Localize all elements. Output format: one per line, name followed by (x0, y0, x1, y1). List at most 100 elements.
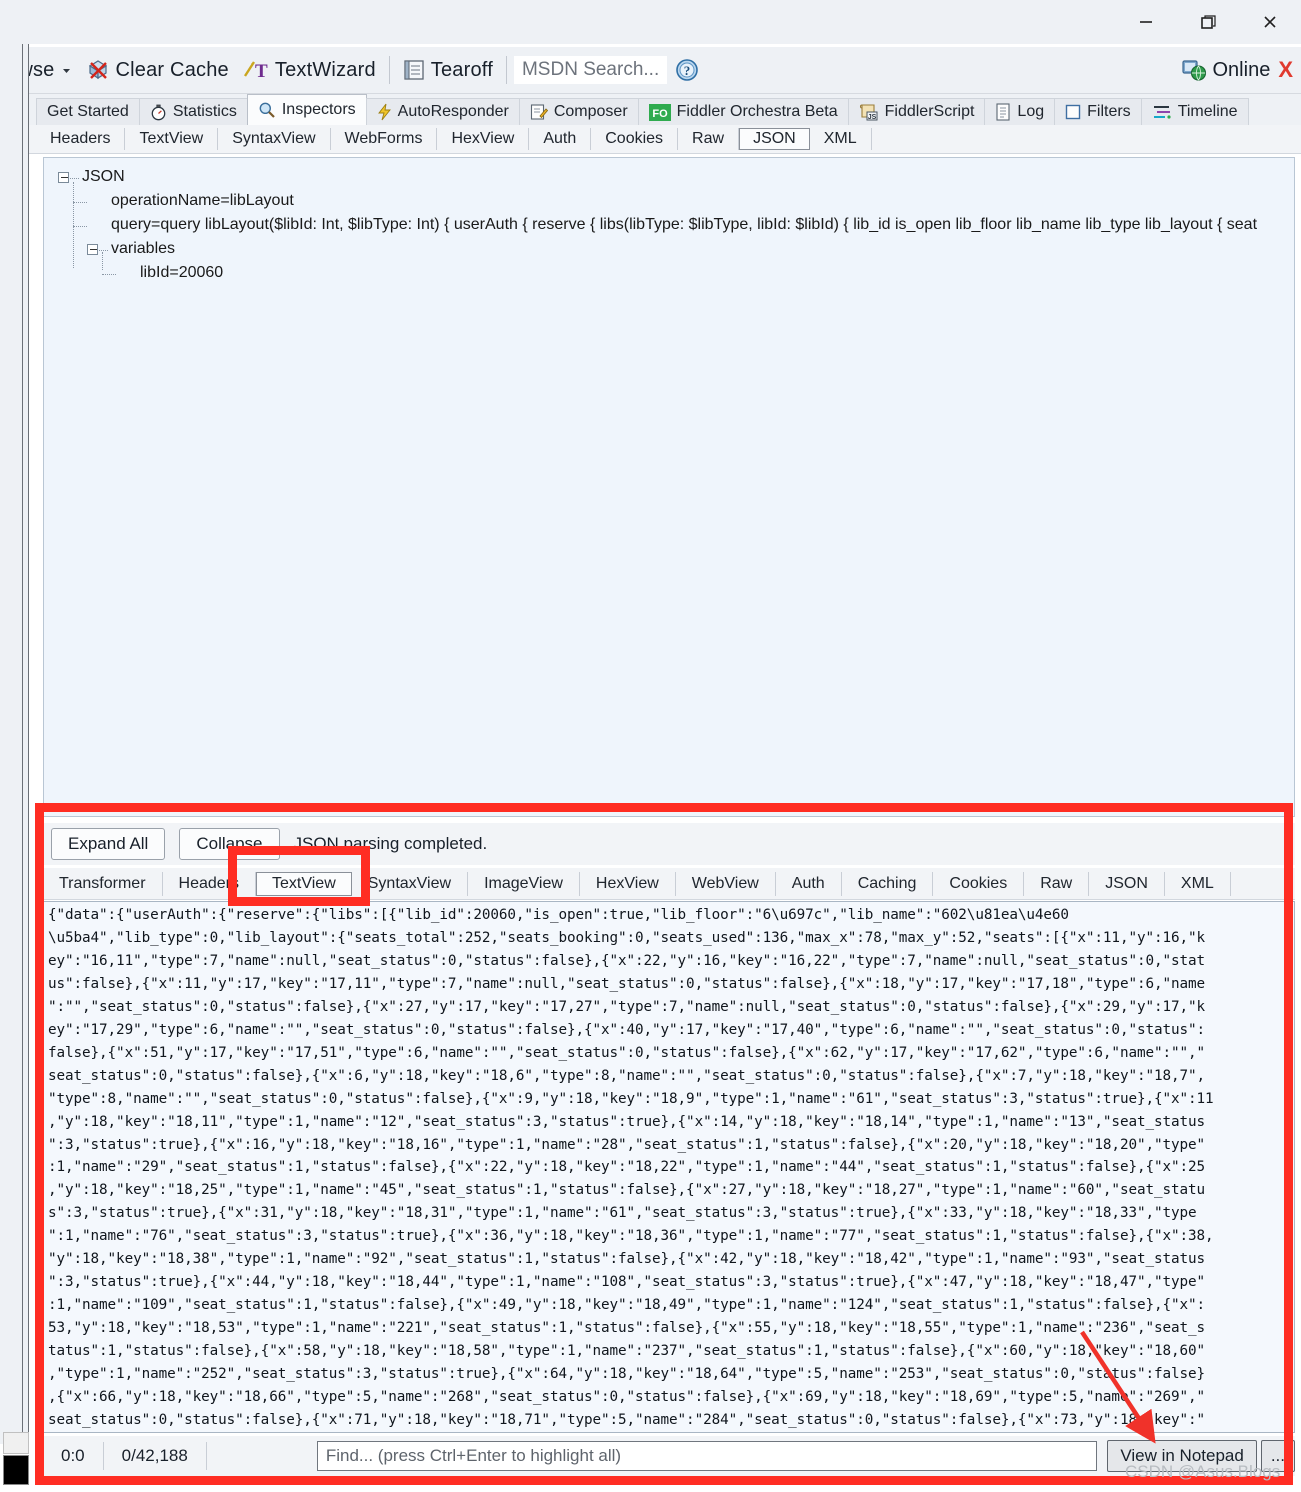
response-tab-caching[interactable]: Caching (842, 871, 934, 896)
left-gutter (0, 44, 22, 1444)
tab-label: Inspectors (281, 101, 356, 118)
tree-dash (70, 178, 79, 179)
tree-row-query[interactable]: query=query libLayout($libId: Int, $libT… (44, 214, 1294, 238)
tab-label: Log (1017, 103, 1045, 120)
collapse-toggle-icon[interactable] (87, 244, 98, 255)
minimize-icon[interactable] (1115, 0, 1177, 44)
textwizard-label: TextWizard (274, 58, 376, 81)
msdn-search-input[interactable]: MSDN Search... (512, 55, 669, 85)
tab-label: Timeline (1177, 103, 1238, 120)
tree-row-operation-name[interactable]: operationName=libLayout (44, 190, 1294, 214)
tab-label: FiddlerScript (884, 103, 975, 120)
response-tab-textview[interactable]: TextView (256, 871, 352, 896)
collapse-toggle-icon[interactable] (58, 172, 69, 183)
request-tab-hexview[interactable]: HexView (437, 128, 530, 150)
toolbar-divider-2 (505, 56, 507, 84)
request-tab-syntaxview[interactable]: SyntaxView (218, 128, 331, 150)
response-tab-headers[interactable]: Headers (163, 871, 257, 896)
cursor-position: 0:0 (43, 1442, 104, 1470)
tree-row-libid[interactable]: libId=20060 (44, 252, 1294, 286)
request-inspector-tabs: Headers TextView SyntaxView WebForms Hex… (0, 125, 1301, 154)
script-icon: JS (859, 103, 879, 121)
response-text-body[interactable]: {"data":{"userAuth":{"reserve":{"libs":[… (43, 901, 1295, 1433)
timeline-icon (1152, 104, 1172, 120)
clear-cache-button[interactable]: Clear Cache (79, 51, 236, 89)
tab-fiddler-orchestra-beta[interactable]: FO Fiddler Orchestra Beta (637, 98, 849, 125)
response-inspector-tabs: Transformer Headers TextView SyntaxView … (43, 868, 1295, 900)
request-tab-cookies[interactable]: Cookies (591, 128, 679, 150)
request-tab-auth[interactable]: Auth (529, 128, 592, 150)
json-tree-pane[interactable]: JSON operationName=libLayout query=query… (43, 157, 1295, 817)
tree-row-variables[interactable]: variables (44, 238, 1294, 262)
response-tab-hexview[interactable]: HexView (580, 871, 676, 896)
tree-node-label: query=query libLayout($libId: Int, $libT… (111, 216, 1258, 233)
expand-all-button[interactable]: Expand All (51, 828, 166, 860)
chevron-down-icon[interactable] (61, 65, 72, 76)
tab-composer[interactable]: Composer (518, 98, 639, 125)
online-globe-icon (1181, 58, 1207, 82)
tab-filters[interactable]: Filters (1054, 98, 1142, 125)
svg-text:JS: JS (867, 114, 876, 121)
tab-log[interactable]: Log (984, 98, 1056, 125)
clear-cache-icon (86, 58, 110, 82)
request-tab-headers[interactable]: Headers (36, 128, 126, 150)
response-tab-cookies[interactable]: Cookies (933, 871, 1025, 896)
response-tab-transformer[interactable]: Transformer (43, 871, 163, 896)
request-tab-webforms[interactable]: WebForms (331, 128, 438, 150)
collapse-button[interactable]: Collapse (179, 828, 280, 860)
text-editor-status-bar: 0:0 0/42,188 Find... (press Ctrl+Enter t… (43, 1436, 1295, 1476)
tree-dash (99, 250, 108, 251)
fo-badge-icon: FO (648, 103, 671, 121)
tree-root-label: JSON (82, 168, 125, 185)
tab-statistics[interactable]: Statistics (138, 98, 248, 125)
tab-fiddlerscript[interactable]: JS FiddlerScript (847, 98, 986, 125)
tab-get-started[interactable]: Get Started (36, 98, 140, 125)
request-tab-xml[interactable]: XML (810, 128, 872, 150)
filter-checkbox-icon (1065, 104, 1081, 120)
log-icon (995, 103, 1011, 121)
response-tab-syntaxview[interactable]: SyntaxView (352, 871, 469, 896)
main-toolbar: owse Clear Cache T TextWizard Tearoff MS… (0, 47, 1301, 94)
json-response-toolbar: Expand All Collapse JSON parsing complet… (43, 823, 1295, 865)
vertical-splitter[interactable] (22, 44, 29, 1444)
gutter-scroll-thumb[interactable] (3, 1432, 29, 1454)
toolbar-close-x[interactable]: X (1274, 57, 1301, 83)
restore-icon[interactable] (1177, 0, 1239, 44)
tab-label: Statistics (172, 103, 237, 120)
response-tab-webview[interactable]: WebView (676, 871, 776, 896)
tab-label: AutoResponder (397, 103, 509, 120)
textwizard-button[interactable]: T TextWizard (236, 51, 383, 89)
tree-dash (73, 202, 87, 203)
clear-cache-label: Clear Cache (115, 58, 229, 81)
tree-row-root[interactable]: JSON (44, 166, 1294, 190)
svg-text:FO: FO (652, 108, 668, 120)
tab-label: Composer (553, 103, 628, 120)
svg-text:?: ? (684, 63, 691, 78)
response-tab-xml[interactable]: XML (1165, 871, 1231, 896)
close-icon[interactable] (1239, 0, 1301, 44)
tab-label: Fiddler Orchestra Beta (676, 103, 838, 120)
tab-label: Filters (1087, 103, 1131, 120)
find-input[interactable]: Find... (press Ctrl+Enter to highlight a… (316, 1441, 1098, 1471)
title-bar (0, 0, 1301, 44)
tab-autoresponder[interactable]: AutoResponder (365, 98, 520, 125)
help-button[interactable]: ? (668, 51, 706, 89)
toolbar-divider (388, 56, 390, 84)
response-tab-auth[interactable]: Auth (776, 871, 842, 896)
request-tab-json[interactable]: JSON (739, 128, 810, 150)
response-tab-raw[interactable]: Raw (1024, 871, 1090, 896)
request-tab-textview[interactable]: TextView (125, 128, 219, 150)
main-tab-strip: Get Started Statistics Inspectors AutoRe… (0, 94, 1301, 125)
tree-dash (102, 274, 116, 275)
tab-timeline[interactable]: Timeline (1140, 98, 1249, 125)
tearoff-button[interactable]: Tearoff (396, 51, 500, 89)
response-tab-imageview[interactable]: ImageView (468, 871, 580, 896)
textwizard-icon: T (243, 58, 269, 82)
compose-icon (530, 103, 548, 121)
tab-inspectors[interactable]: Inspectors (246, 94, 367, 125)
request-tab-raw[interactable]: Raw (678, 128, 740, 150)
online-button[interactable]: Online (1181, 58, 1275, 82)
tree-node-label: variables (111, 240, 176, 257)
response-tab-json[interactable]: JSON (1089, 871, 1165, 896)
help-circle-icon[interactable]: ? (675, 58, 699, 82)
